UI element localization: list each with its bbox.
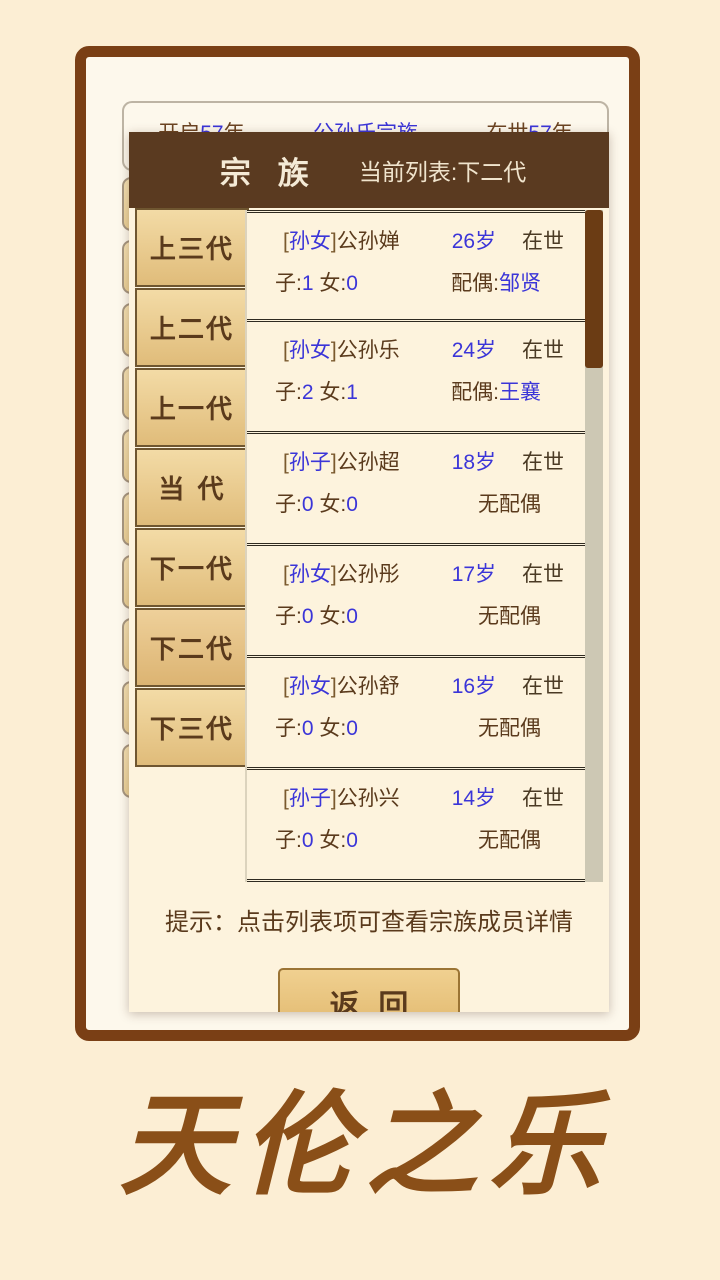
member-row[interactable]: [孙女] 公孙舒 16岁 在世 子:0 女:0 无配偶 xyxy=(247,658,585,770)
generation-tab-up3[interactable]: 上三代 xyxy=(135,208,249,287)
member-row[interactable]: [孙女] 公孙乐 24岁 在世 子:2 女:1 配偶:王襄 xyxy=(247,322,585,434)
member-row[interactable]: [孙子] 公孙兴 14岁 在世 子:0 女:0 无配偶 xyxy=(247,770,585,882)
member-relation: [孙子] xyxy=(283,451,337,474)
tab-label: 下二代 xyxy=(149,635,235,665)
member-relation: [孙女] xyxy=(283,339,337,362)
tab-label: 上一代 xyxy=(149,395,235,425)
tab-label: 下三代 xyxy=(149,715,235,745)
member-age: 24岁 xyxy=(451,339,497,362)
member-spouse: 配偶:王襄 xyxy=(451,381,541,404)
member-children-count: 子:0 女:0 xyxy=(275,493,358,516)
member-name: 公孙乐 xyxy=(336,339,400,362)
generation-tab-up2[interactable]: 上二代 xyxy=(135,288,249,367)
member-children-count: 子:1 女:0 xyxy=(275,272,358,295)
tab-label: 当 代 xyxy=(158,475,226,505)
tab-label: 上三代 xyxy=(149,235,235,265)
member-list-panel: [孙女] 公孙婵 26岁 在世 子:1 女:0 配偶:邹贤 [孙女] 公孙乐 24岁… xyxy=(245,210,603,882)
member-name: 公孙超 xyxy=(336,451,400,474)
member-children-count: 子:0 女:0 xyxy=(275,717,358,740)
member-spouse: 配偶:邹贤 xyxy=(451,272,541,295)
dialog-title-bar: 宗 族 当前列表:下二代 xyxy=(129,132,609,208)
generation-tab-list: 上三代 上二代 上一代 当 代 下一代 下二代 下三代 xyxy=(135,208,249,768)
member-age: 14岁 xyxy=(451,787,497,810)
member-age: 16岁 xyxy=(451,675,497,698)
member-relation: [孙子] xyxy=(283,787,337,810)
member-status: 在世 xyxy=(522,563,565,586)
member-age: 18岁 xyxy=(451,451,497,474)
dialog-hint-text: 提示：点击列表项可查看宗族成员详情 xyxy=(165,909,573,936)
member-list-scrollbar[interactable] xyxy=(585,210,603,882)
member-children-count: 子:2 女:1 xyxy=(275,381,358,404)
generation-tab-current[interactable]: 当 代 xyxy=(135,448,249,527)
generation-tab-down1[interactable]: 下一代 xyxy=(135,528,249,607)
member-spouse: 无配偶 xyxy=(478,829,541,852)
member-row[interactable]: [孙子] 公孙超 18岁 在世 子:0 女:0 无配偶 xyxy=(247,434,585,546)
dialog-title: 宗 族 xyxy=(219,155,317,192)
member-name: 公孙婵 xyxy=(336,230,400,253)
generation-tab-down2[interactable]: 下二代 xyxy=(135,608,249,687)
member-row[interactable]: [孙女] 公孙彤 17岁 在世 子:0 女:0 无配偶 xyxy=(247,546,585,658)
member-name: 公孙彤 xyxy=(336,563,400,586)
clan-dialog: 宗 族 当前列表:下二代 上三代 上二代 上一代 当 代 下一代 下二代 下三代… xyxy=(129,132,609,1012)
member-status: 在世 xyxy=(522,675,565,698)
member-status: 在世 xyxy=(522,787,565,810)
member-status: 在世 xyxy=(522,230,565,253)
member-status: 在世 xyxy=(522,451,565,474)
dialog-current-list-label: 当前列表:下二代 xyxy=(358,159,527,185)
member-status: 在世 xyxy=(522,339,565,362)
member-age: 26岁 xyxy=(451,230,497,253)
member-row[interactable]: [孙女] 公孙婵 26岁 在世 子:1 女:0 配偶:邹贤 xyxy=(247,210,585,322)
member-spouse: 无配偶 xyxy=(478,493,541,516)
generation-tab-down3[interactable]: 下三代 xyxy=(135,688,249,767)
member-children-count: 子:0 女:0 xyxy=(275,829,358,852)
member-spouse: 无配偶 xyxy=(478,605,541,628)
member-relation: [孙女] xyxy=(283,230,337,253)
member-name: 公孙兴 xyxy=(336,787,400,810)
member-children-count: 子:0 女:0 xyxy=(275,605,358,628)
member-list[interactable]: [孙女] 公孙婵 26岁 在世 子:1 女:0 配偶:邹贤 [孙女] 公孙乐 24岁… xyxy=(247,210,585,882)
back-button[interactable]: 返 回 xyxy=(278,968,460,1012)
scrollbar-thumb[interactable] xyxy=(585,210,603,368)
app-frame: 开启57年 公孙氏宗族 在世57年 《我的宗族》版本号:1.0.0(测试版) xyxy=(75,46,640,1041)
member-relation: [孙女] xyxy=(283,675,337,698)
tab-label: 上二代 xyxy=(149,315,235,345)
member-age: 17岁 xyxy=(451,563,497,586)
member-spouse: 无配偶 xyxy=(478,717,541,740)
back-button-label: 返 回 xyxy=(329,989,413,1012)
tab-label: 下一代 xyxy=(149,555,235,585)
member-relation: [孙女] xyxy=(283,563,337,586)
brand-title: 天伦之乐 xyxy=(119,1080,612,1211)
generation-tab-up1[interactable]: 上一代 xyxy=(135,368,249,447)
member-name: 公孙舒 xyxy=(336,675,400,698)
